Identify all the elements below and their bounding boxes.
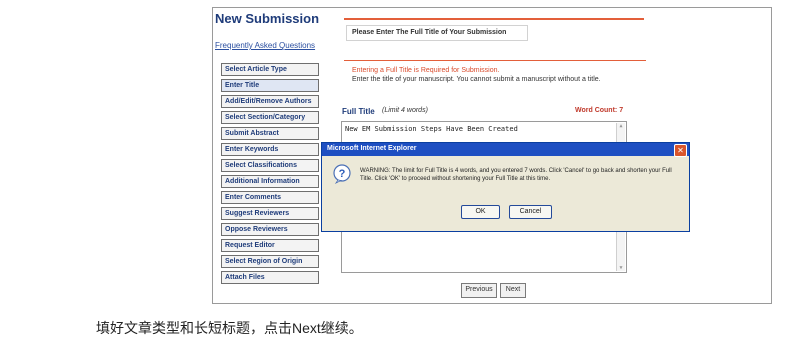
ie-warning-dialog: Microsoft Internet Explorer ✕ ? WARNING:… — [321, 142, 690, 232]
step-submit-abstract[interactable]: Submit Abstract — [221, 127, 319, 140]
step-label: Additional Information — [225, 178, 300, 185]
full-title-label: Full Title — [342, 107, 375, 116]
faq-link[interactable]: Frequently Asked Questions — [215, 41, 315, 50]
question-icon: ? — [333, 164, 351, 184]
step-select-section-category[interactable]: Select Section/Category — [221, 111, 319, 124]
dialog-message: WARNING: The limit for Full Title is 4 w… — [360, 168, 672, 182]
checkmark-icon: ✓ — [221, 208, 222, 220]
previous-button[interactable]: Previous — [461, 283, 497, 298]
required-notice: Entering a Full Title is Required for Su… — [352, 67, 500, 74]
dialog-titlebar[interactable]: Microsoft Internet Explorer ✕ — [322, 143, 689, 157]
scroll-down-arrow-icon[interactable]: ▼ — [617, 265, 625, 271]
word-count: Word Count: 7 — [575, 107, 624, 114]
next-button[interactable]: Next — [500, 283, 526, 298]
dialog-title: Microsoft Internet Explorer — [327, 145, 417, 152]
page-title: New Submission — [215, 11, 320, 26]
step-enter-title[interactable]: ➡ Enter Title — [221, 79, 319, 92]
scroll-up-arrow-icon[interactable]: ▲ — [617, 123, 625, 129]
step-label: Enter Comments — [225, 194, 282, 201]
checkmark-icon: ✓ — [221, 64, 222, 76]
step-label: Enter Title — [225, 82, 260, 89]
checkmark-icon: ✓ — [221, 224, 222, 236]
step-enter-comments[interactable]: Enter Comments — [221, 191, 319, 204]
step-label: Request Editor — [225, 242, 275, 249]
cancel-button[interactable]: Cancel — [509, 205, 552, 219]
caption-text: 填好文章类型和长短标题，点击Next继续。 — [96, 320, 363, 336]
step-label: Select Section/Category — [225, 114, 306, 121]
step-label: Add/Edit/Remove Authors — [225, 98, 312, 105]
full-title-value: New EM Submission Steps Have Been Create… — [345, 125, 518, 133]
step-label: Oppose Reviewers — [225, 226, 288, 233]
panel-divider — [344, 60, 646, 61]
step-attach-files[interactable]: Attach Files — [221, 271, 319, 284]
step-select-article-type[interactable]: ✓ Select Article Type — [221, 63, 319, 76]
instruction-text: Enter the title of your manuscript. You … — [352, 76, 601, 83]
step-label: Select Classifications — [225, 162, 297, 169]
panel-heading: Please Enter The Full Title of Your Subm… — [352, 29, 507, 36]
step-add-edit-remove-authors[interactable]: Add/Edit/Remove Authors — [221, 95, 319, 108]
panel-top-divider — [344, 18, 644, 20]
step-label: Select Article Type — [225, 66, 287, 73]
step-select-classifications[interactable]: Select Classifications — [221, 159, 319, 172]
step-label: Attach Files — [225, 274, 265, 281]
step-label: Select Region of Origin — [225, 258, 303, 265]
step-suggest-reviewers[interactable]: ✓ Suggest Reviewers — [221, 207, 319, 220]
submission-steps-nav: ✓ Select Article Type ➡ Enter Title Add/… — [221, 63, 319, 287]
step-additional-information[interactable]: Additional Information — [221, 175, 319, 188]
step-select-region-of-origin[interactable]: Select Region of Origin — [221, 255, 319, 268]
close-icon[interactable]: ✕ — [674, 144, 687, 157]
step-label: Suggest Reviewers — [225, 210, 290, 217]
svg-text:?: ? — [339, 168, 346, 180]
step-enter-keywords[interactable]: Enter Keywords — [221, 143, 319, 156]
ok-button[interactable]: OK — [461, 205, 500, 219]
step-request-editor[interactable]: Request Editor — [221, 239, 319, 252]
step-label: Enter Keywords — [225, 146, 279, 153]
step-oppose-reviewers[interactable]: ✓ Oppose Reviewers — [221, 223, 319, 236]
full-title-hint: (Limit 4 words) — [382, 107, 428, 114]
step-label: Submit Abstract — [225, 130, 279, 137]
